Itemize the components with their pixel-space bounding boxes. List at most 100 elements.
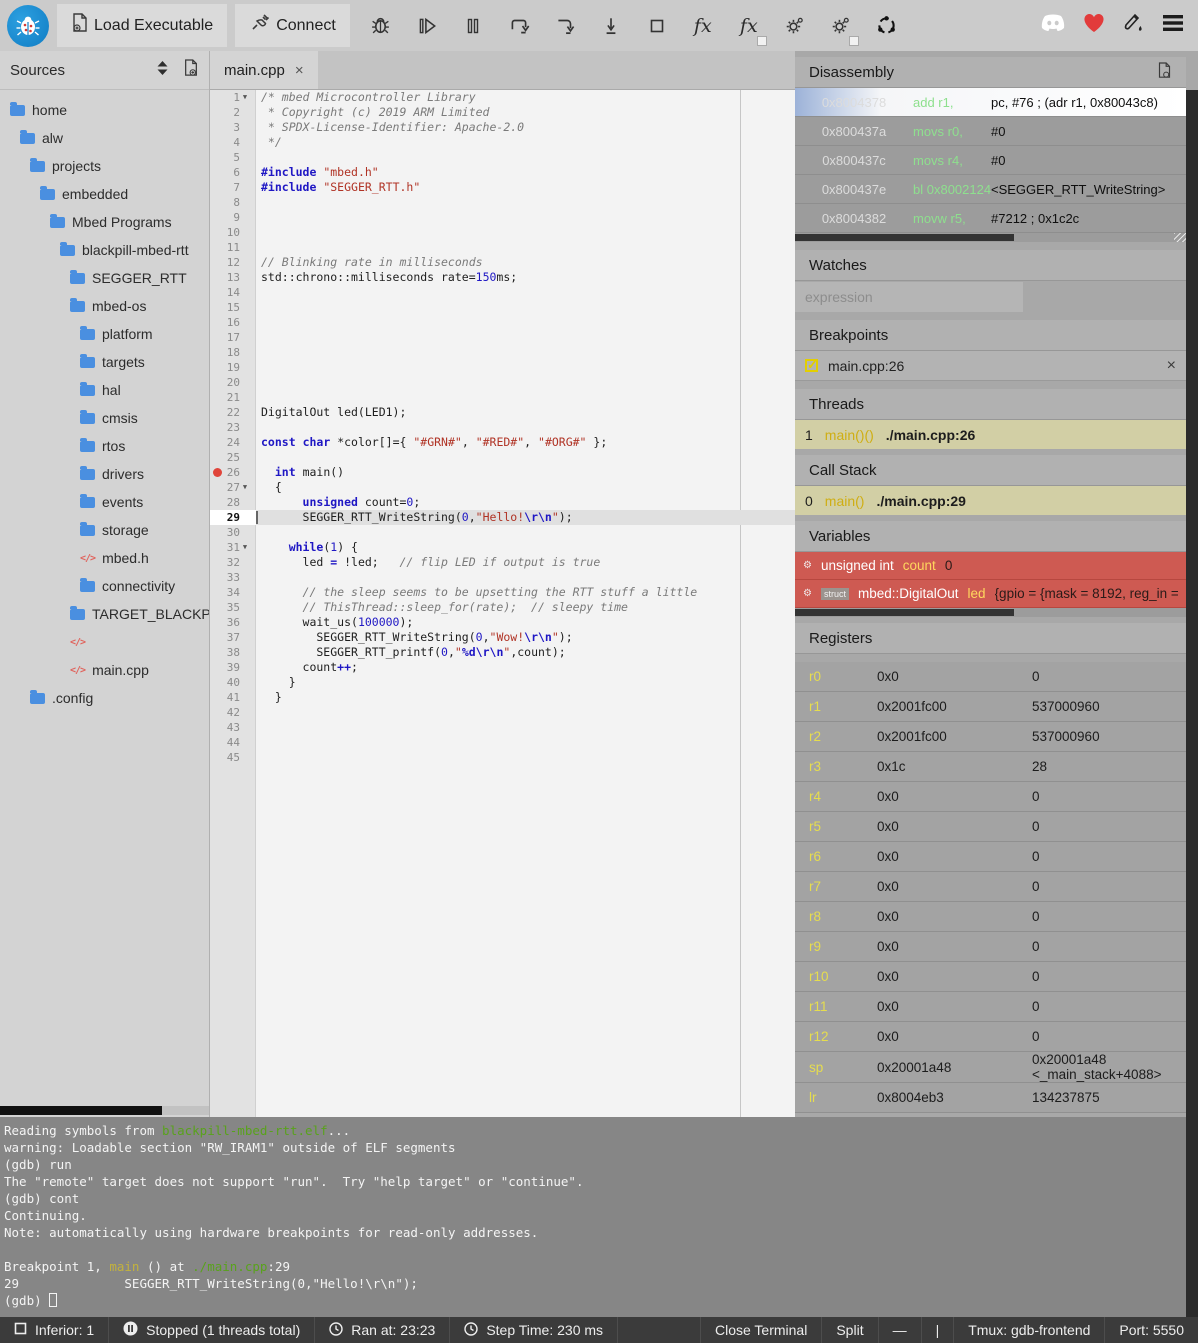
statusbar-run-state[interactable]: Stopped (1 threads total) (109, 1317, 315, 1343)
code-line-40[interactable]: 40 } (210, 675, 795, 690)
code-line-12[interactable]: 12// Blinking rate in milliseconds (210, 255, 795, 270)
stop-icon[interactable] (637, 6, 677, 46)
tree-item-cmsis[interactable]: cmsis (0, 404, 209, 432)
gutter-line-33[interactable]: 33 (210, 570, 256, 585)
gutter-line-1[interactable]: 1▼ (210, 90, 256, 105)
variable-item[interactable]: ⚙ struct mbed::DigitalOut led {gpio = {m… (795, 580, 1186, 608)
disassembly-row[interactable]: 0x8004378add r1,pc, #76 ; (adr r1, 0x800… (795, 88, 1186, 117)
fold-caret-icon[interactable]: ▼ (240, 480, 250, 495)
port-label[interactable]: Port: 5550 (1104, 1317, 1198, 1343)
gear-icon[interactable] (775, 6, 815, 46)
code-line-27[interactable]: 27▼ { (210, 480, 795, 495)
code-line-8[interactable]: 8 (210, 195, 795, 210)
code-line-45[interactable]: 45 (210, 750, 795, 765)
tree-item-mbed-os[interactable]: mbed-os (0, 292, 209, 320)
vertical-split-icon[interactable]: | (921, 1317, 954, 1343)
tmux-session-label[interactable]: Tmux: gdb-frontend (953, 1317, 1104, 1343)
gutter-line-39[interactable]: 39 (210, 660, 256, 675)
gutter-line-34[interactable]: 34 (210, 585, 256, 600)
gutter-line-17[interactable]: 17 (210, 330, 256, 345)
disassembly-row[interactable]: 0x800437ebl 0x8002124<SEGGER_RTT_WriteSt… (795, 175, 1186, 204)
gutter-line-13[interactable]: 13 (210, 270, 256, 285)
gutter-line-31[interactable]: 31▼ (210, 540, 256, 555)
code-line-31[interactable]: 31▼ while(1) { (210, 540, 795, 555)
breakpoint-dot-icon[interactable] (213, 468, 222, 477)
gutter-line-5[interactable]: 5 (210, 150, 256, 165)
callstack-frame[interactable]: 0 main() ./main.cpp:29 (795, 486, 1186, 515)
tree-item-platform[interactable]: platform (0, 320, 209, 348)
expression-fx-icon[interactable]: fx (683, 6, 723, 46)
gutter-line-35[interactable]: 35 (210, 600, 256, 615)
gutter-line-21[interactable]: 21 (210, 390, 256, 405)
gutter-line-23[interactable]: 23 (210, 420, 256, 435)
gutter-line-16[interactable]: 16 (210, 315, 256, 330)
gutter-line-42[interactable]: 42 (210, 705, 256, 720)
step-into-icon[interactable] (545, 6, 585, 46)
code-line-25[interactable]: 25 (210, 450, 795, 465)
sources-hscrollbar[interactable] (0, 1106, 209, 1115)
code-line-9[interactable]: 9 (210, 210, 795, 225)
code-line-43[interactable]: 43 (210, 720, 795, 735)
tree-item-rtos[interactable]: rtos (0, 432, 209, 460)
code-line-16[interactable]: 16 (210, 315, 795, 330)
connect-button[interactable]: Connect (235, 4, 350, 47)
code-line-1[interactable]: 1▼/* mbed Microcontroller Library (210, 90, 795, 105)
register-row-r8[interactable]: r80x00 (795, 902, 1186, 932)
tree-item-embedded[interactable]: embedded (0, 180, 209, 208)
code-line-14[interactable]: 14 (210, 285, 795, 300)
gutter-line-37[interactable]: 37 (210, 630, 256, 645)
bug-icon[interactable] (361, 6, 401, 46)
gutter-line-44[interactable]: 44 (210, 735, 256, 750)
code-line-39[interactable]: 39 count++; (210, 660, 795, 675)
tab-close-icon[interactable]: × (295, 62, 304, 79)
disassembly-row[interactable]: 0x800437amovs r0,#0 (795, 117, 1186, 146)
tree-item-hal[interactable]: hal (0, 376, 209, 404)
code-line-37[interactable]: 37 SEGGER_RTT_WriteString(0,"Wow!\r\n"); (210, 630, 795, 645)
code-line-30[interactable]: 30 (210, 525, 795, 540)
tree-item-Mbed Programs[interactable]: Mbed Programs (0, 208, 209, 236)
code-line-35[interactable]: 35 // ThisThread::sleep_for(rate); // sl… (210, 600, 795, 615)
tree-item-SEGGER_RTT[interactable]: SEGGER_RTT (0, 264, 209, 292)
tree-item-events[interactable]: events (0, 488, 209, 516)
code-line-10[interactable]: 10 (210, 225, 795, 240)
code-line-28[interactable]: 28 unsigned count=0; (210, 495, 795, 510)
gutter-line-41[interactable]: 41 (210, 690, 256, 705)
disassembly-row[interactable]: 0x8004382movw r5,#7212 ; 0x1c2c (795, 204, 1186, 233)
code-line-21[interactable]: 21 (210, 390, 795, 405)
right-scrollbar-strip[interactable] (1186, 90, 1198, 1317)
load-executable-button[interactable]: Load Executable (57, 4, 227, 47)
code-line-36[interactable]: 36 wait_us(100000); (210, 615, 795, 630)
gutter-line-28[interactable]: 28 (210, 495, 256, 510)
code-line-41[interactable]: 41 } (210, 690, 795, 705)
gutter-line-11[interactable]: 11 (210, 240, 256, 255)
tree-item-home[interactable]: home (0, 96, 209, 124)
register-row-r1[interactable]: r10x2001fc00537000960 (795, 692, 1186, 722)
statusbar-ran-at[interactable]: Ran at: 23:23 (315, 1317, 450, 1343)
app-logo-bug-icon[interactable] (7, 5, 49, 47)
register-row-r6[interactable]: r60x00 (795, 842, 1186, 872)
statusbar-step-time[interactable]: Step Time: 230 ms (450, 1317, 618, 1343)
gutter-line-24[interactable]: 24 (210, 435, 256, 450)
split-button[interactable]: Split (821, 1317, 877, 1343)
menu-icon[interactable] (1162, 14, 1184, 37)
tree-item-alw[interactable]: alw (0, 124, 209, 152)
register-row-lr[interactable]: lr0x8004eb3134237875 (795, 1083, 1186, 1113)
disassembly-hscrollbar[interactable] (795, 233, 1186, 242)
register-row-r9[interactable]: r90x00 (795, 932, 1186, 962)
tree-item-storage[interactable]: storage (0, 516, 209, 544)
code-line-34[interactable]: 34 // the sleep seems to be upsetting th… (210, 585, 795, 600)
code-line-17[interactable]: 17 (210, 330, 795, 345)
code-line-23[interactable]: 23 (210, 420, 795, 435)
register-row-r0[interactable]: r00x00 (795, 662, 1186, 692)
fold-caret-icon[interactable]: ▼ (240, 90, 250, 105)
pause-icon[interactable] (453, 6, 493, 46)
refresh-connections-icon[interactable] (867, 6, 907, 46)
expression-fx-alt-icon[interactable]: fx (729, 6, 769, 46)
disassembly-row[interactable]: 0x800437cmovs r4,#0 (795, 146, 1186, 175)
register-row-r10[interactable]: r100x00 (795, 962, 1186, 992)
sort-icon[interactable] (156, 60, 169, 80)
code-line-2[interactable]: 2 * Copyright (c) 2019 ARM Limited (210, 105, 795, 120)
gutter-line-32[interactable]: 32 (210, 555, 256, 570)
gutter-line-14[interactable]: 14 (210, 285, 256, 300)
code-line-38[interactable]: 38 SEGGER_RTT_printf(0,"%d\r\n",count); (210, 645, 795, 660)
